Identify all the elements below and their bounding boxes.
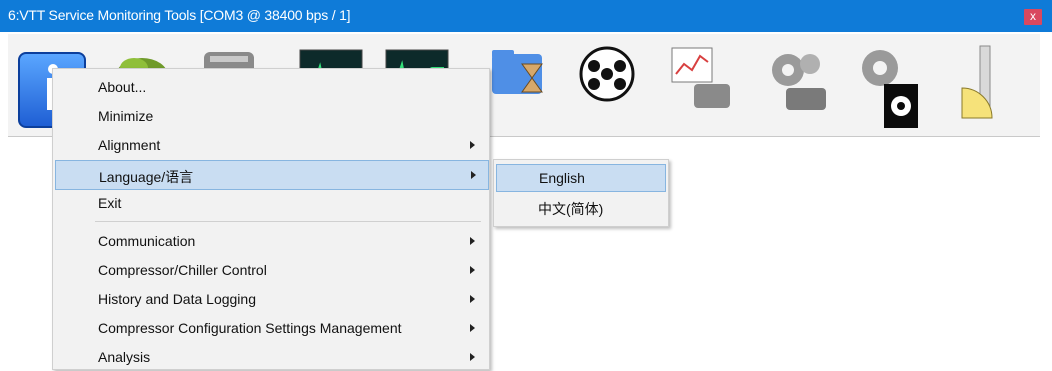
submenu-arrow-icon bbox=[470, 141, 475, 149]
menu-item-history-data-logging[interactable]: History and Data Logging bbox=[55, 285, 487, 313]
language-option-label: 中文(简体) bbox=[538, 201, 604, 217]
title-bar: 6:VTT Service Monitoring Tools [COM3 @ 3… bbox=[0, 0, 1052, 32]
context-menu: About... Minimize Alignment Language/语言 … bbox=[52, 68, 490, 370]
menu-item-alignment[interactable]: Alignment bbox=[55, 131, 487, 159]
menu-item-communication[interactable]: Communication bbox=[55, 227, 487, 255]
film-reel-icon[interactable] bbox=[574, 44, 640, 128]
gear-monitor-icon[interactable] bbox=[854, 44, 920, 128]
submenu-arrow-icon bbox=[470, 266, 475, 274]
submenu-arrow-icon bbox=[470, 295, 475, 303]
menu-item-label: Alignment bbox=[98, 137, 161, 153]
menu-item-compressor-chiller-control[interactable]: Compressor/Chiller Control bbox=[55, 256, 487, 284]
menu-item-language[interactable]: Language/语言 bbox=[55, 160, 489, 190]
language-submenu: English 中文(简体) bbox=[493, 159, 669, 227]
menu-item-configuration-settings[interactable]: Compressor Configuration Settings Manage… bbox=[55, 314, 487, 342]
menu-item-label: Communication bbox=[98, 233, 196, 249]
close-button[interactable]: x bbox=[1024, 9, 1042, 25]
menu-item-label: Analysis bbox=[98, 349, 151, 365]
folder-hourglass-icon[interactable] bbox=[488, 44, 554, 128]
menu-item-label: Language/语言 bbox=[99, 169, 194, 185]
menu-item-label: About... bbox=[98, 79, 147, 95]
menu-item-exit[interactable]: Exit bbox=[55, 189, 487, 217]
chart-compressor-icon[interactable] bbox=[668, 44, 734, 128]
menu-item-minimize[interactable]: Minimize bbox=[55, 102, 487, 130]
submenu-arrow-icon bbox=[471, 171, 476, 179]
window-title: 6:VTT Service Monitoring Tools [COM3 @ 3… bbox=[8, 7, 351, 23]
menu-item-label: History and Data Logging bbox=[98, 291, 256, 307]
submenu-arrow-icon bbox=[470, 353, 475, 361]
menu-item-analysis[interactable]: Analysis bbox=[55, 343, 487, 371]
menu-item-label: Minimize bbox=[98, 108, 154, 124]
caliper-ruler-icon[interactable] bbox=[956, 44, 1022, 128]
gears-compressor-icon[interactable] bbox=[766, 44, 832, 128]
language-option-chinese[interactable]: 中文(简体) bbox=[496, 194, 664, 220]
menu-item-label: Compressor Configuration Settings Manage… bbox=[98, 320, 402, 336]
menu-separator bbox=[95, 221, 481, 222]
submenu-arrow-icon bbox=[470, 324, 475, 332]
menu-item-about[interactable]: About... bbox=[55, 73, 487, 101]
menu-item-label: Compressor/Chiller Control bbox=[98, 262, 267, 278]
submenu-arrow-icon bbox=[470, 237, 475, 245]
language-option-label: English bbox=[539, 170, 585, 186]
menu-item-label: Exit bbox=[98, 195, 122, 211]
language-option-english[interactable]: English bbox=[496, 164, 666, 192]
